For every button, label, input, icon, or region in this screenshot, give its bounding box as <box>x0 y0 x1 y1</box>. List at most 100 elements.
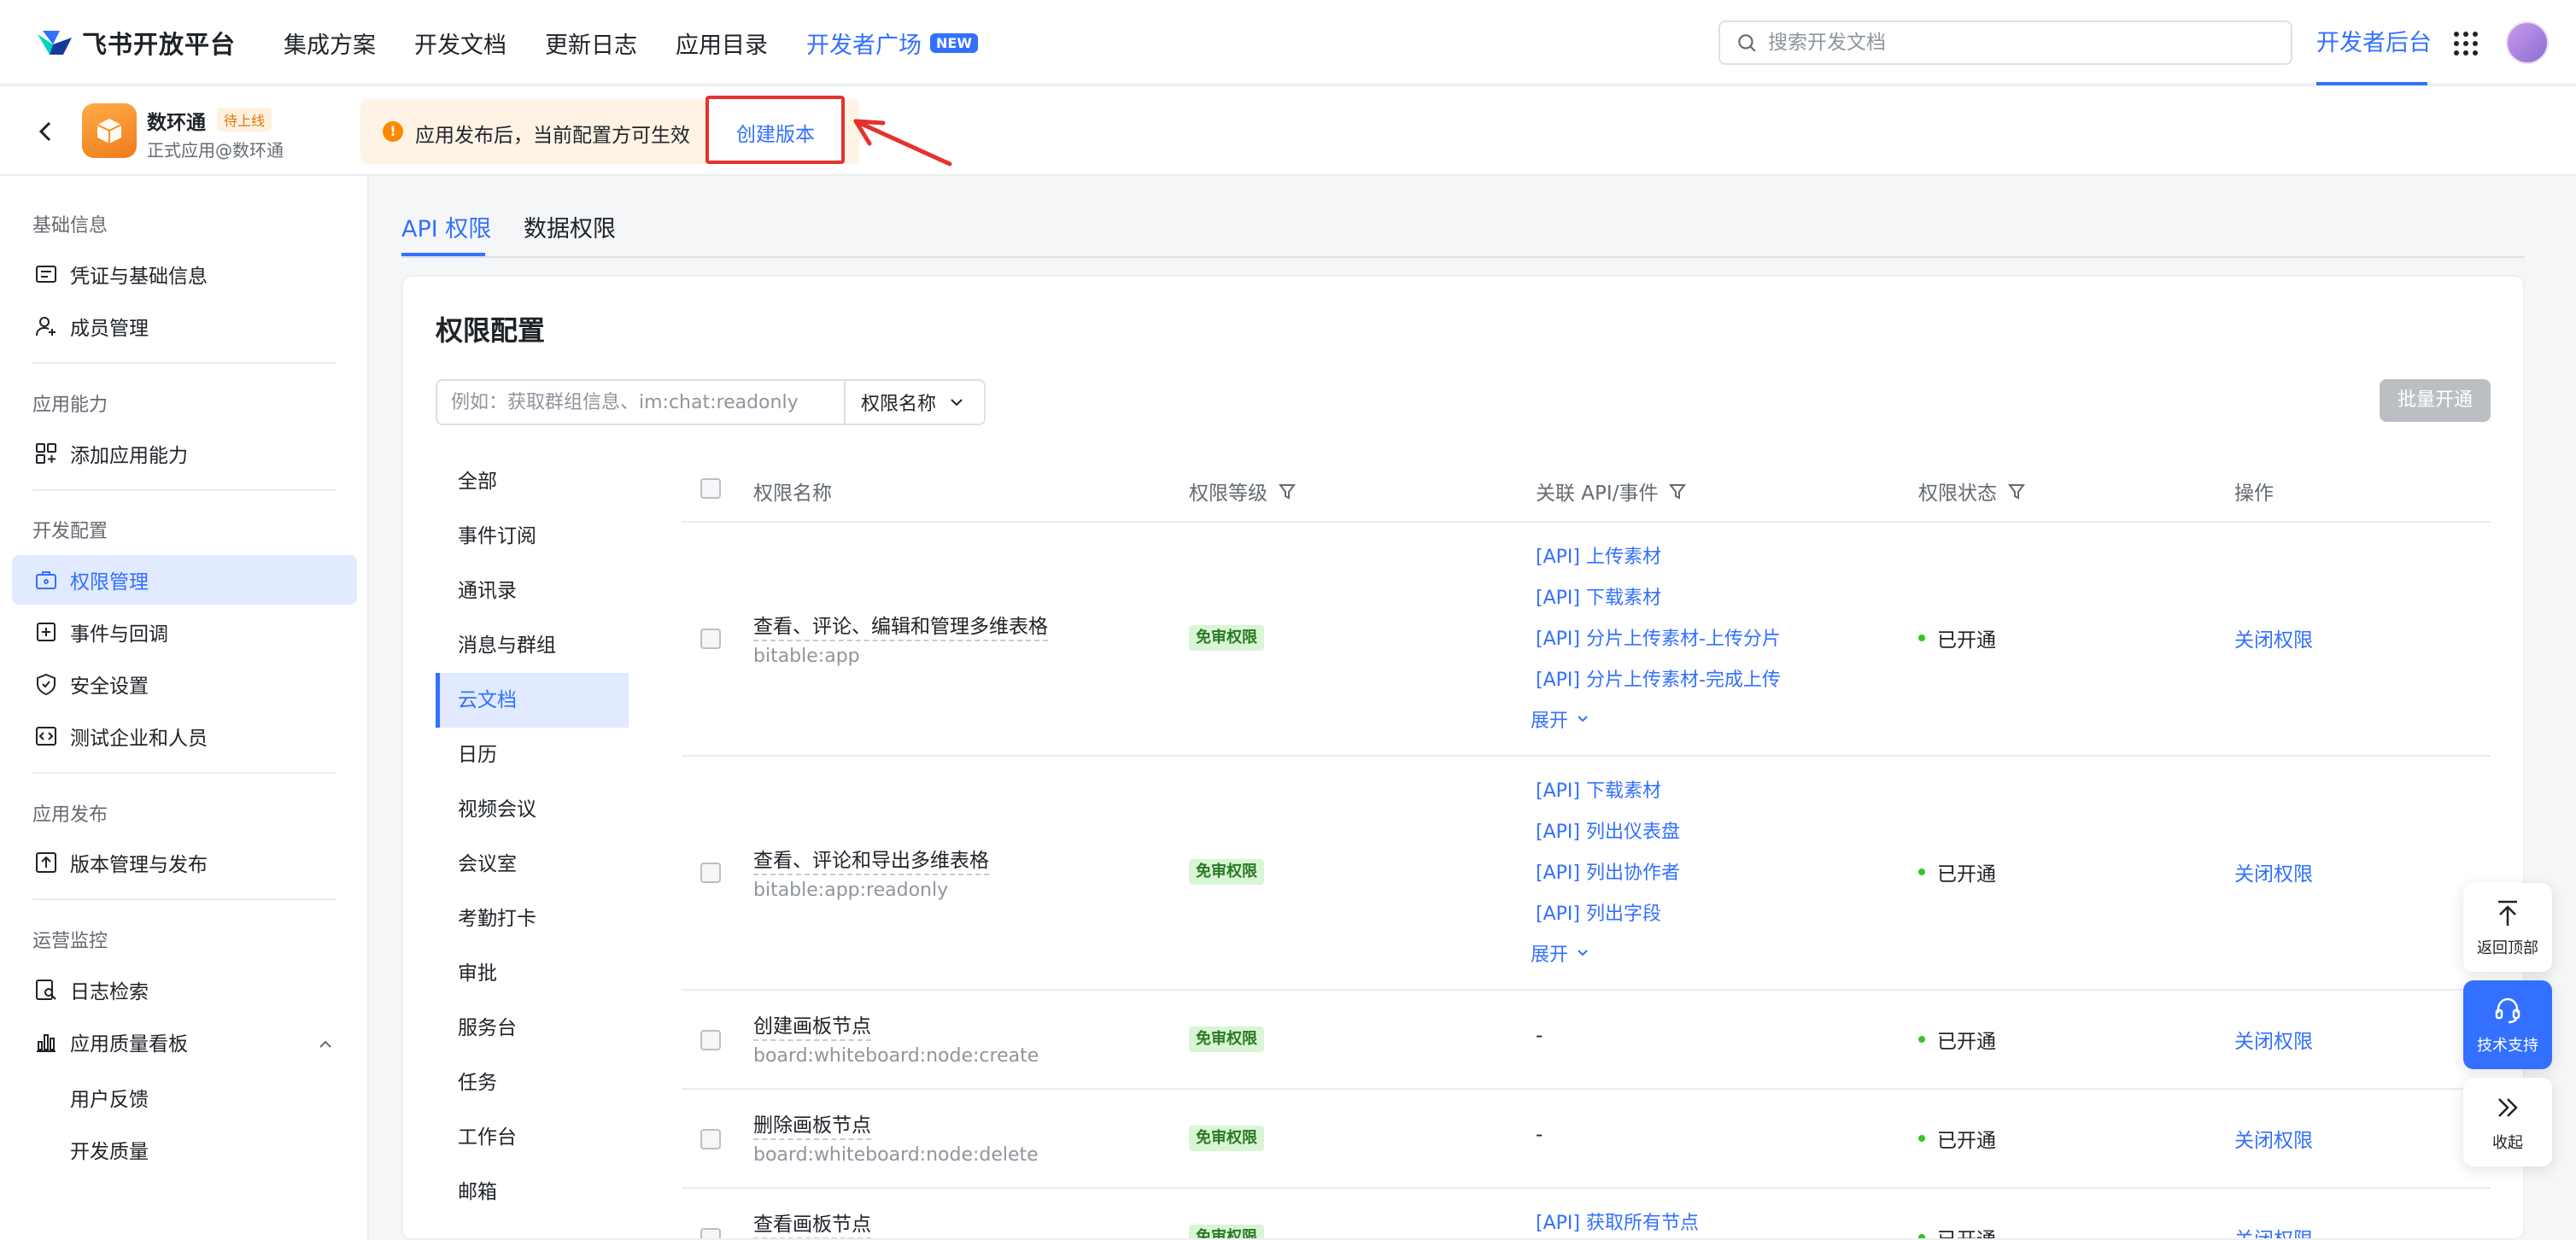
app-name: 数环通 <box>147 112 206 134</box>
filter-icon[interactable] <box>1668 482 1687 500</box>
batch-enable-button[interactable]: 批量开通 <box>2380 379 2491 422</box>
chevron-down-icon <box>1578 950 1588 956</box>
sidebar-item-feedback[interactable]: 用户反馈 <box>70 1083 149 1112</box>
filter-icon[interactable] <box>2007 482 2026 500</box>
close-permission-link[interactable]: 关闭权限 <box>2234 1025 2313 1054</box>
brand[interactable]: 飞书开放平台 <box>34 24 236 61</box>
card-title: 权限配置 <box>436 314 546 347</box>
close-permission-link[interactable]: 关闭权限 <box>2234 1223 2313 1238</box>
close-permission-link[interactable]: 关闭权限 <box>2234 1124 2313 1153</box>
tab-api-permissions[interactable]: API 权限 <box>401 210 491 243</box>
row-checkbox[interactable] <box>700 1030 721 1050</box>
api-link[interactable]: [API] 上传素材 <box>1536 541 1661 569</box>
nav-link-app-directory[interactable]: 应用目录 <box>676 26 768 60</box>
category-item[interactable]: 消息与群组 <box>436 618 629 673</box>
category-item[interactable]: 通讯录 <box>436 564 629 618</box>
permission-name-text: 删除画板节点 <box>753 1114 871 1140</box>
box-icon <box>97 119 122 143</box>
sidebar-item-quality[interactable]: 应用质量看板 <box>12 1017 357 1067</box>
sidebar-item-credentials[interactable]: 凭证与基础信息 <box>12 249 357 299</box>
chevron-down-icon <box>1578 716 1588 722</box>
search-box[interactable] <box>1718 20 2292 65</box>
permission-status: 已开通 <box>1918 623 1996 652</box>
api-link[interactable]: [API] 下载素材 <box>1536 582 1661 610</box>
tech-support-button[interactable]: 技术支持 <box>2463 980 2552 1069</box>
sidebar-item-logs[interactable]: 日志检索 <box>12 965 357 1015</box>
category-item[interactable]: 任务 <box>436 1056 629 1110</box>
sidebar-item-permissions[interactable]: 权限管理 <box>12 555 357 605</box>
row-checkbox[interactable] <box>700 863 721 883</box>
column-header-name: 权限名称 <box>753 477 832 506</box>
api-link[interactable]: [API] 下载素材 <box>1536 775 1661 803</box>
category-item[interactable]: 会议室 <box>436 837 629 892</box>
api-link[interactable]: [API] 分片上传素材-上传分片 <box>1536 623 1781 651</box>
category-item[interactable]: 日历 <box>436 728 629 782</box>
double-chevron-right-icon <box>2498 1098 2518 1117</box>
permission-search-field[interactable] <box>436 379 846 425</box>
row-checkbox[interactable] <box>700 1228 721 1238</box>
sidebar-item-dev-quality[interactable]: 开发质量 <box>70 1135 149 1164</box>
category-item[interactable]: 考勤打卡 <box>436 892 629 946</box>
nav-link-changelog[interactable]: 更新日志 <box>545 26 637 60</box>
permission-name: 查看画板节点 <box>753 1208 871 1238</box>
row-checkbox[interactable] <box>700 629 721 649</box>
select-all-checkbox[interactable] <box>700 478 721 499</box>
red-annotation-arrow <box>853 119 952 167</box>
expand-label: 展开 <box>1531 711 1569 732</box>
category-item[interactable]: 事件订阅 <box>436 509 629 564</box>
sidebar-item-add-capability[interactable]: 添加应用能力 <box>12 429 357 478</box>
api-link[interactable]: [API] 列出仪表盘 <box>1536 816 1680 844</box>
status-text: 已开通 <box>1937 629 1996 652</box>
sidebar-item-label: 版本管理与发布 <box>70 854 208 876</box>
sidebar-item-members[interactable]: 成员管理 <box>12 301 357 351</box>
user-avatar[interactable] <box>2506 21 2549 64</box>
nav-link-solutions[interactable]: 集成方案 <box>284 26 376 60</box>
nav-link-docs[interactable]: 开发文档 <box>414 26 506 60</box>
column-label: 权限等级 <box>1189 483 1268 505</box>
chevron-up-icon[interactable] <box>316 1035 335 1054</box>
api-link[interactable]: [API] 分片上传素材-完成上传 <box>1536 664 1781 692</box>
api-link[interactable]: [API] 列出协作者 <box>1536 857 1680 885</box>
api-link[interactable]: [API] 列出字段 <box>1536 898 1661 926</box>
close-permission-link[interactable]: 关闭权限 <box>2234 623 2313 652</box>
app-subtitle: 正式应用@数环通 <box>147 140 284 161</box>
row-checkbox[interactable] <box>700 1129 721 1149</box>
collapse-label: 收起 <box>2492 1134 2523 1152</box>
sidebar-item-test-org[interactable]: 测试企业和人员 <box>12 711 357 761</box>
sidebar: 基础信息 凭证与基础信息 成员管理 应用能力 添加应用能力 开发配置 权限管理 … <box>0 176 369 1240</box>
tab-data-permissions[interactable]: 数据权限 <box>524 210 616 243</box>
category-item[interactable]: 全部 <box>436 454 629 509</box>
category-item[interactable]: 服务台 <box>436 1001 629 1056</box>
back-arrow-icon[interactable] <box>31 116 61 147</box>
nav-link-developer-square[interactable]: 开发者广场 <box>806 26 922 60</box>
create-version-button[interactable]: 创建版本 <box>705 96 845 164</box>
search-input[interactable] <box>1768 32 2263 54</box>
category-item[interactable]: 审批 <box>436 946 629 1001</box>
permission-status: 已开通 <box>1918 1223 1996 1240</box>
collapse-button[interactable]: 收起 <box>2463 1078 2552 1167</box>
sidebar-item-security[interactable]: 安全设置 <box>12 659 357 709</box>
developer-console-link[interactable]: 开发者后台 <box>2316 24 2432 57</box>
expand-label: 展开 <box>1531 945 1569 966</box>
close-permission-link[interactable]: 关闭权限 <box>2234 857 2313 886</box>
category-item[interactable]: 视频会议 <box>436 782 629 837</box>
sidebar-item-versions[interactable]: 版本管理与发布 <box>12 838 357 887</box>
filter-icon[interactable] <box>1278 482 1297 500</box>
permission-name: 查看、评论和导出多维表格 <box>753 844 989 875</box>
apps-grid-icon[interactable] <box>2453 31 2479 56</box>
expand-button[interactable]: 展开 <box>1531 705 1590 733</box>
back-to-top-button[interactable]: 返回顶部 <box>2463 883 2552 972</box>
category-item-active[interactable]: 云文档 <box>436 673 629 728</box>
category-item[interactable]: 工作台 <box>436 1110 629 1165</box>
search-type-select[interactable]: 权限名称 <box>844 379 986 425</box>
permission-name: 删除画板节点 <box>753 1108 871 1140</box>
permission-level-badge: 免审权限 <box>1189 1225 1264 1238</box>
permission-search-input[interactable] <box>451 381 827 424</box>
status-text: 已开通 <box>1937 1229 1996 1240</box>
id-card-icon <box>36 266 56 283</box>
permission-code: board:whiteboard:node:create <box>753 1045 1039 1067</box>
category-item[interactable]: 邮箱 <box>436 1165 629 1220</box>
sidebar-item-events[interactable]: 事件与回调 <box>12 607 357 657</box>
expand-button[interactable]: 展开 <box>1531 939 1590 967</box>
api-link[interactable]: [API] 获取所有节点 <box>1536 1208 1699 1235</box>
